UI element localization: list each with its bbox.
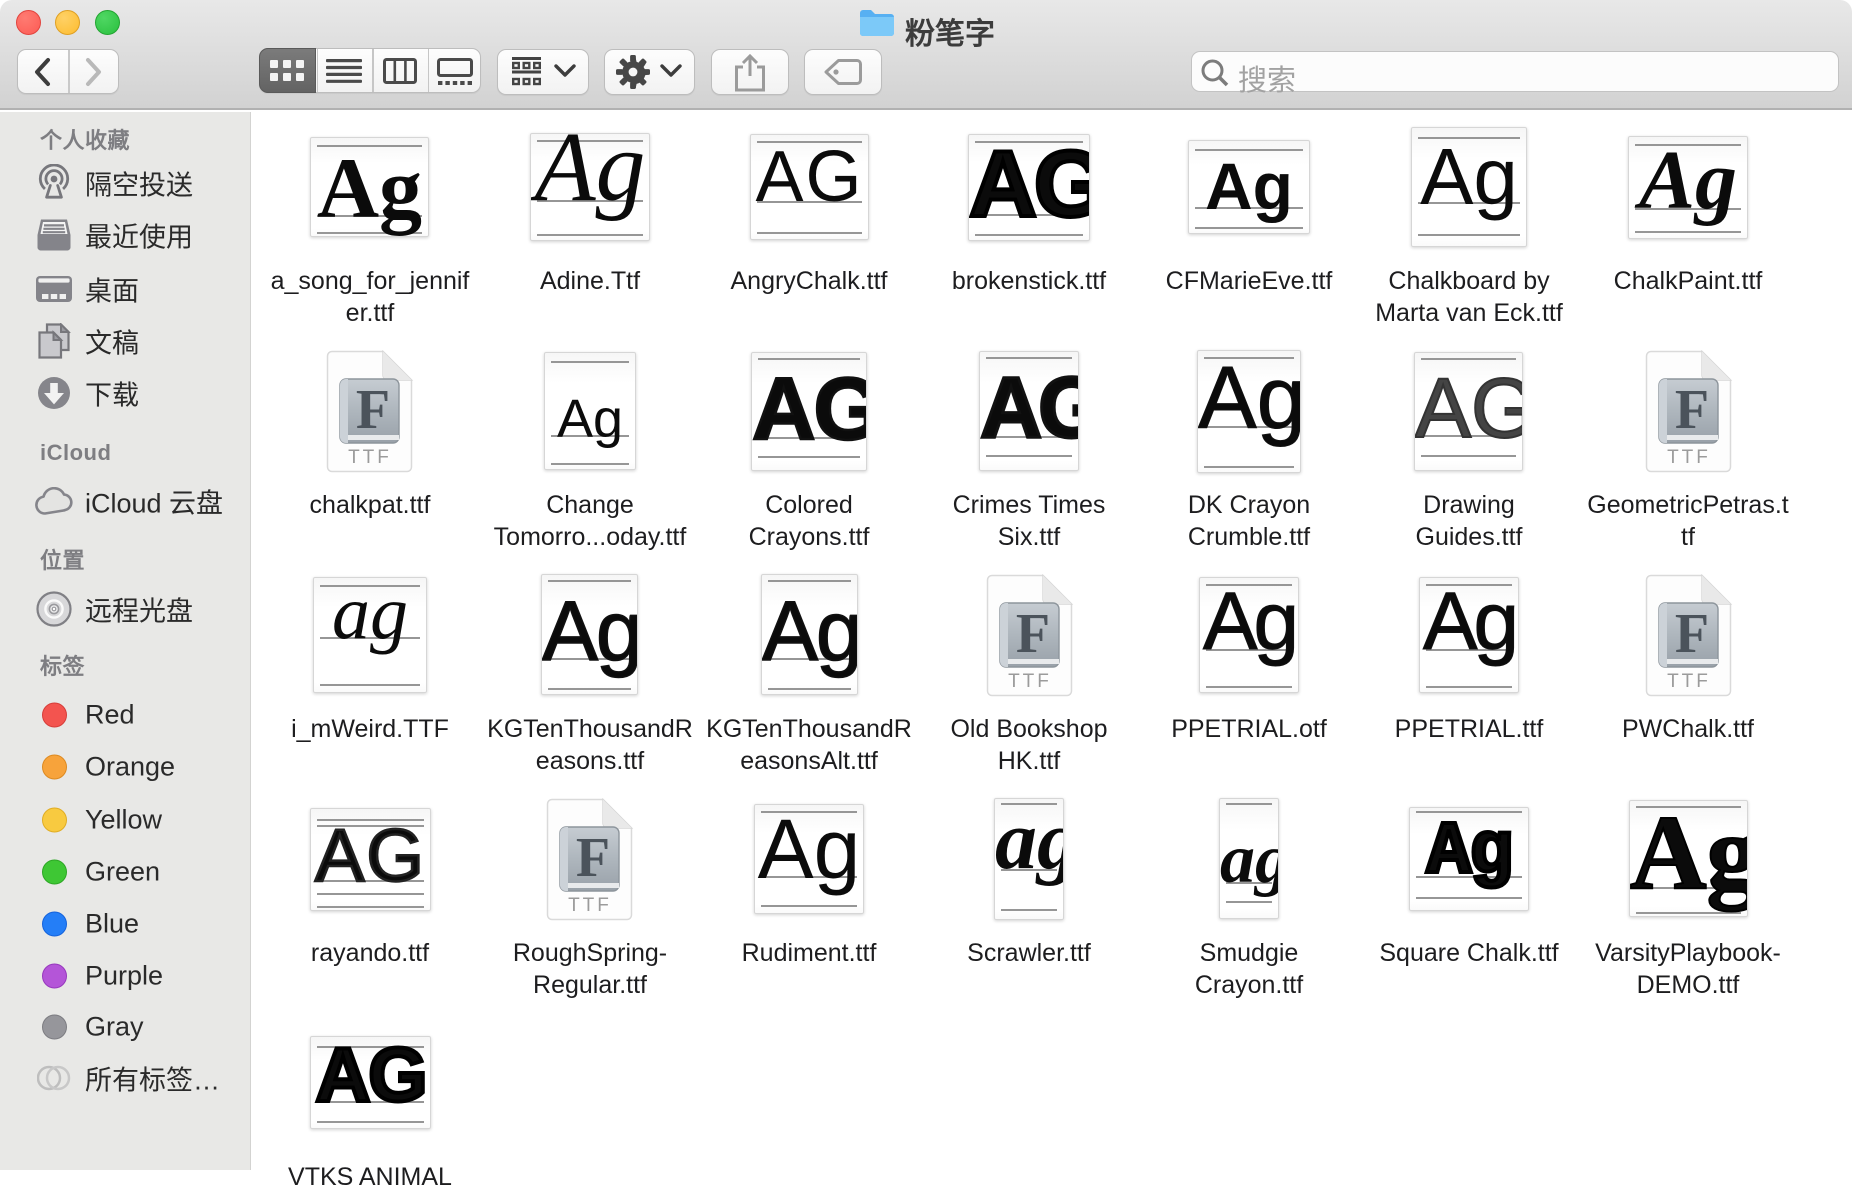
svg-text:TTF: TTF [1008, 671, 1052, 692]
svg-text:F: F [1016, 603, 1050, 665]
svg-text:TTF: TTF [1667, 447, 1711, 468]
svg-text:TTF: TTF [348, 447, 392, 468]
svg-text:F: F [356, 379, 390, 441]
svg-text:F: F [1675, 603, 1709, 665]
svg-text:TTF: TTF [1667, 671, 1711, 692]
svg-text:TTF: TTF [568, 895, 612, 916]
svg-text:F: F [1675, 379, 1709, 441]
svg-text:F: F [576, 827, 610, 889]
